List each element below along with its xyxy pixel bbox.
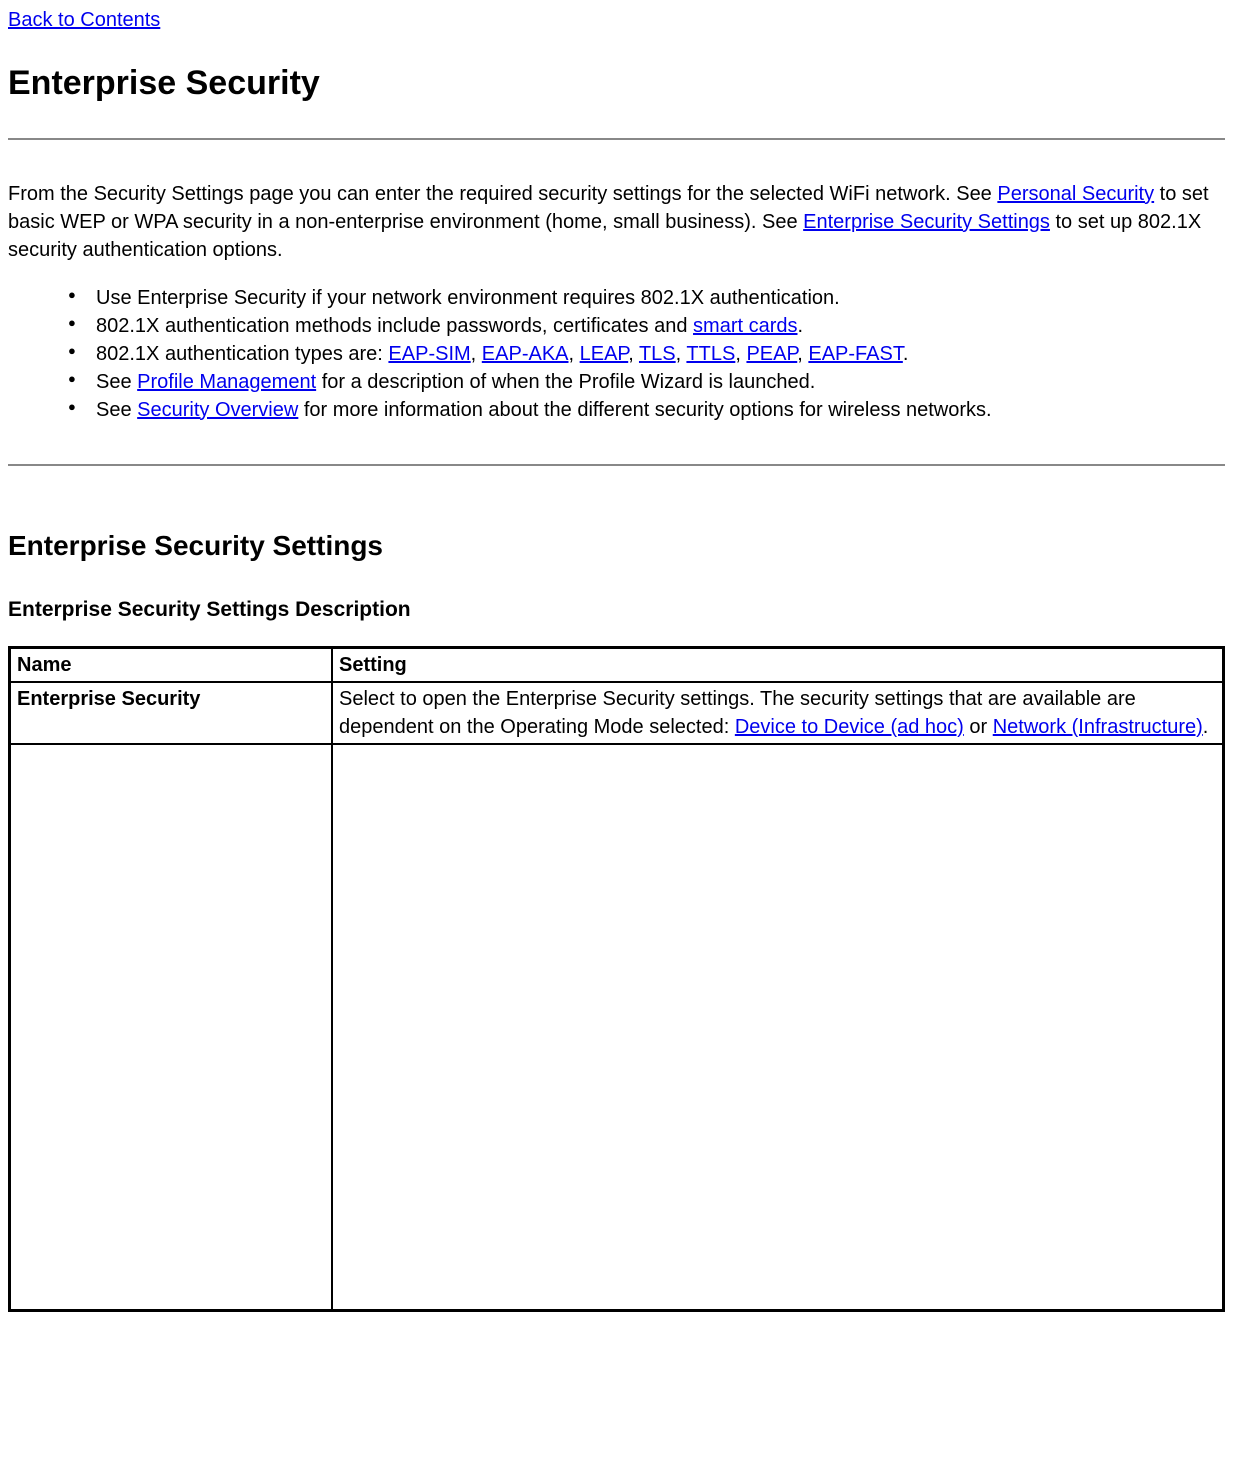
list-text: See: [96, 399, 137, 421]
list-item: Use Enterprise Security if your network …: [68, 284, 1225, 312]
table-header-setting: Setting: [332, 648, 1224, 683]
list-text: 802.1X authentication methods include pa…: [96, 315, 693, 337]
list-item: See Security Overview for more informati…: [68, 396, 1225, 424]
list-text: ,: [797, 343, 808, 365]
table-cell-setting: Select to open the Enterprise Security s…: [332, 682, 1224, 744]
list-text: ,: [628, 343, 639, 365]
eap-sim-link[interactable]: EAP-SIM: [388, 343, 470, 365]
intro-text: From the Security Settings page you can …: [8, 183, 997, 205]
table-header-name: Name: [10, 648, 333, 683]
list-text: for more information about the different…: [298, 399, 991, 421]
list-item: 802.1X authentication types are: EAP-SIM…: [68, 340, 1225, 368]
leap-link[interactable]: LEAP: [580, 343, 629, 365]
security-overview-link[interactable]: Security Overview: [137, 399, 298, 421]
intro-paragraph: From the Security Settings page you can …: [8, 180, 1225, 264]
list-text: ,: [735, 343, 746, 365]
divider: [8, 464, 1225, 466]
smart-cards-link[interactable]: smart cards: [693, 315, 797, 337]
ttls-link[interactable]: TTLS: [686, 343, 735, 365]
table-cell-empty: [10, 744, 333, 1311]
divider: [8, 138, 1225, 140]
list-text: .: [798, 315, 804, 337]
settings-table: Name Setting Enterprise Security Select …: [8, 646, 1225, 1312]
peap-link[interactable]: PEAP: [746, 343, 797, 365]
table-cell-empty: [332, 744, 1224, 1311]
table-row: [10, 744, 1224, 1311]
eap-aka-link[interactable]: EAP-AKA: [482, 343, 569, 365]
page-title: Enterprise Security: [8, 60, 1225, 108]
list-item: 802.1X authentication methods include pa…: [68, 312, 1225, 340]
list-item: See Profile Management for a description…: [68, 368, 1225, 396]
list-text: ,: [676, 343, 687, 365]
list-text: 802.1X authentication types are:: [96, 343, 388, 365]
tls-link[interactable]: TLS: [639, 343, 676, 365]
list-text: ,: [471, 343, 482, 365]
profile-management-link[interactable]: Profile Management: [137, 371, 316, 393]
subsection-heading: Enterprise Security Settings Description: [8, 595, 1225, 624]
back-to-contents-link[interactable]: Back to Contents: [8, 9, 160, 31]
table-header-row: Name Setting: [10, 648, 1224, 683]
bullet-list: Use Enterprise Security if your network …: [8, 284, 1225, 424]
enterprise-security-settings-link[interactable]: Enterprise Security Settings: [803, 211, 1050, 233]
network-infrastructure-link[interactable]: Network (Infrastructure): [993, 716, 1203, 738]
list-text: for a description of when the Profile Wi…: [316, 371, 815, 393]
eap-fast-link[interactable]: EAP-FAST: [808, 343, 902, 365]
section-heading: Enterprise Security Settings: [8, 526, 1225, 565]
table-cell-name: Enterprise Security: [10, 682, 333, 744]
list-text: See: [96, 371, 137, 393]
table-row: Enterprise Security Select to open the E…: [10, 682, 1224, 744]
list-text: ,: [569, 343, 580, 365]
table-text: .: [1203, 716, 1209, 738]
list-text: .: [903, 343, 909, 365]
table-text: or: [964, 716, 993, 738]
personal-security-link[interactable]: Personal Security: [997, 183, 1154, 205]
device-to-device-link[interactable]: Device to Device (ad hoc): [735, 716, 964, 738]
